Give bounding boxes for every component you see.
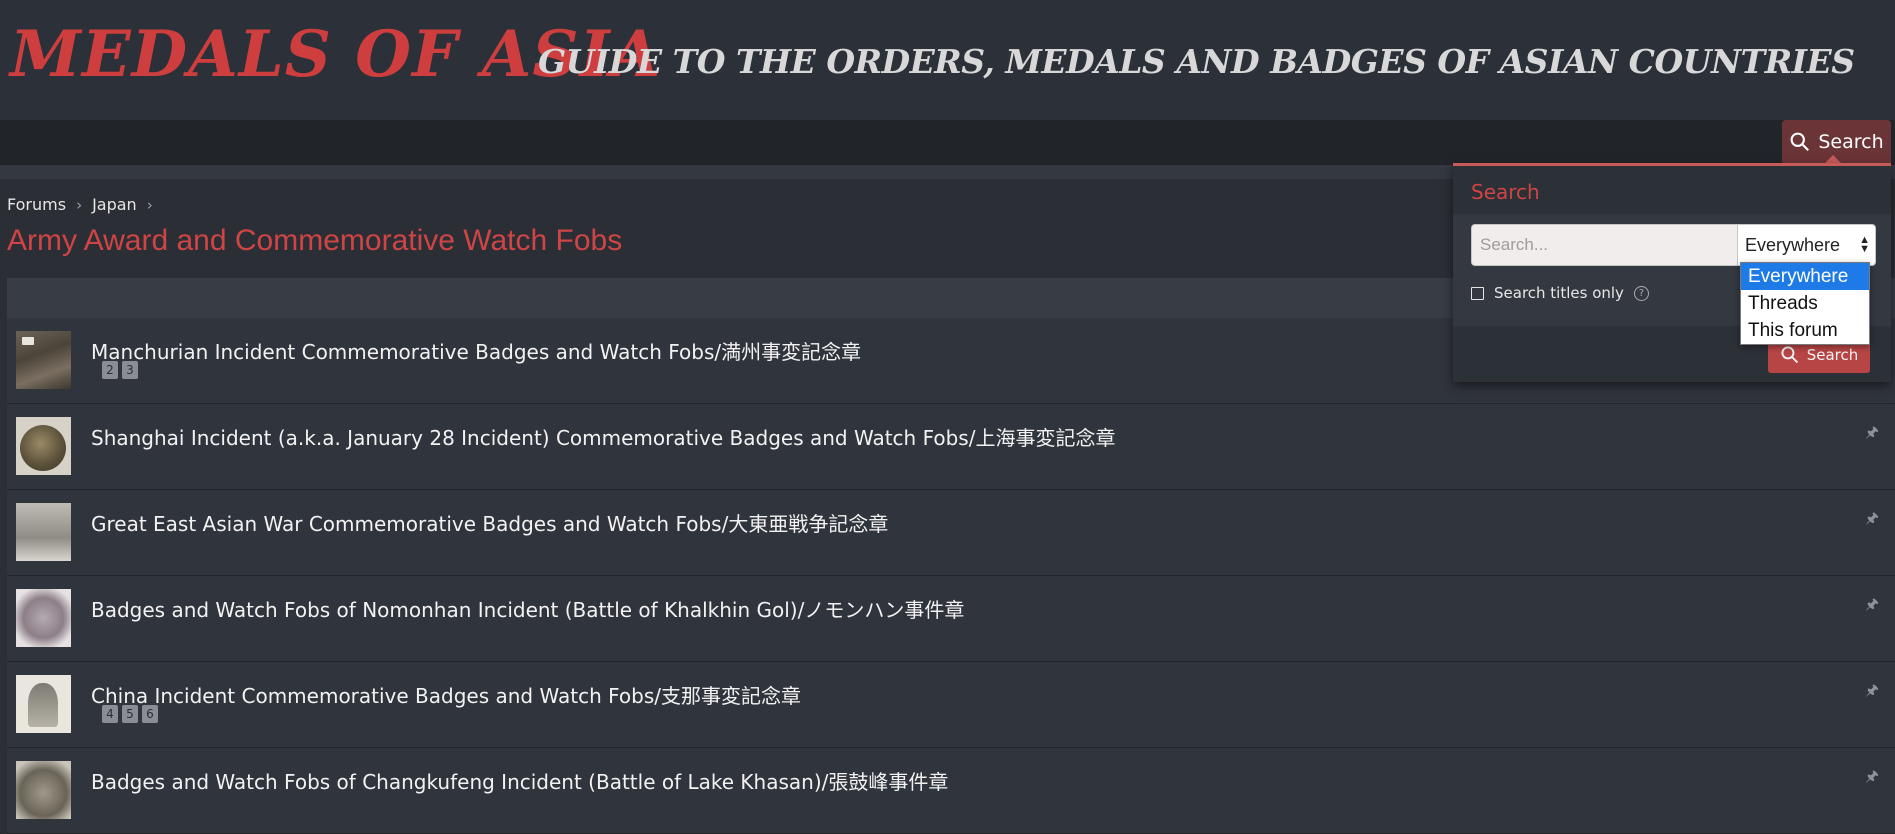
thread-thumbnail[interactable] xyxy=(16,331,71,389)
thread-title[interactable]: Great East Asian War Commemorative Badge… xyxy=(91,508,888,537)
thread-thumbnail[interactable] xyxy=(16,417,71,475)
breadcrumb: Forums › Japan › xyxy=(7,195,153,214)
pin-icon: 🖈︎ xyxy=(1865,767,1879,785)
search-titles-only-option[interactable]: Search titles only ? xyxy=(1471,284,1649,302)
search-input[interactable]: Search... xyxy=(1471,224,1749,266)
titles-only-label: Search titles only xyxy=(1494,284,1624,302)
pin-icon: 🖈︎ xyxy=(1865,423,1879,441)
nav-search-label: Search xyxy=(1818,130,1884,153)
thread-row: Badges and Watch Fobs of Changkufeng Inc… xyxy=(7,748,1895,834)
chevron-right-icon: › xyxy=(146,195,153,214)
scope-option-this-forum[interactable]: This forum xyxy=(1741,317,1869,344)
thread-title[interactable]: Manchurian Incident Commemorative Badges… xyxy=(91,336,861,365)
thread-list: Manchurian Incident Commemorative Badges… xyxy=(7,318,1895,834)
popup-arrow xyxy=(1825,155,1841,163)
pin-icon: 🖈︎ xyxy=(1865,681,1879,699)
titles-only-checkbox[interactable] xyxy=(1471,286,1484,300)
search-icon xyxy=(1790,132,1810,151)
page-link[interactable]: 2 xyxy=(102,361,118,379)
site-tagline: GUIDE TO THE ORDERS, MEDALS AND BADGES O… xyxy=(538,42,1855,81)
pin-icon: 🖈︎ xyxy=(1865,509,1879,527)
thread-thumbnail[interactable] xyxy=(16,503,71,561)
page-link[interactable]: 4 xyxy=(102,705,118,723)
page-link[interactable]: 3 xyxy=(122,361,138,379)
thread-title[interactable]: Badges and Watch Fobs of Changkufeng Inc… xyxy=(91,766,948,795)
thread-row: Shanghai Incident (a.k.a. January 28 Inc… xyxy=(7,404,1895,490)
thread-row: Badges and Watch Fobs of Nomonhan Incide… xyxy=(7,576,1895,662)
thread-page-links: 4 5 6 xyxy=(102,705,158,723)
site-header: MEDALS OF ASIA GUIDE TO THE ORDERS, MEDA… xyxy=(0,0,1895,120)
search-scope-select[interactable]: Everywhere ▲ ▼ xyxy=(1737,224,1876,266)
thread-title[interactable]: China Incident Commemorative Badges and … xyxy=(91,680,801,709)
thread-title[interactable]: Shanghai Incident (a.k.a. January 28 Inc… xyxy=(91,422,1115,451)
thread-row: China Incident Commemorative Badges and … xyxy=(7,662,1895,748)
search-popup-heading: Search xyxy=(1471,180,1540,204)
breadcrumb-japan[interactable]: Japan xyxy=(92,195,137,214)
scope-option-everywhere[interactable]: Everywhere xyxy=(1741,263,1869,290)
thread-thumbnail[interactable] xyxy=(16,761,71,819)
nav-bar xyxy=(0,120,1895,165)
thread-thumbnail[interactable] xyxy=(16,675,71,733)
chevron-right-icon: › xyxy=(76,195,83,214)
scope-option-threads[interactable]: Threads xyxy=(1741,290,1869,317)
thread-thumbnail[interactable] xyxy=(16,589,71,647)
breadcrumb-forums[interactable]: Forums xyxy=(7,195,66,214)
thread-title[interactable]: Badges and Watch Fobs of Nomonhan Incide… xyxy=(91,594,964,623)
search-submit-label: Search xyxy=(1806,345,1859,364)
search-scope-dropdown: Everywhere Threads This forum xyxy=(1740,262,1870,345)
search-scope-value: Everywhere xyxy=(1745,234,1841,255)
page-link[interactable]: 6 xyxy=(142,705,158,723)
help-icon[interactable]: ? xyxy=(1633,285,1649,301)
search-icon xyxy=(1781,346,1798,364)
page-title: Army Award and Commemorative Watch Fobs xyxy=(7,224,623,257)
page-link[interactable]: 5 xyxy=(122,705,138,723)
thread-page-links: 2 3 xyxy=(102,361,138,379)
thread-row: Great East Asian War Commemorative Badge… xyxy=(7,490,1895,576)
pin-icon: 🖈︎ xyxy=(1865,595,1879,613)
select-arrows-icon: ▲ ▼ xyxy=(1859,234,1870,255)
